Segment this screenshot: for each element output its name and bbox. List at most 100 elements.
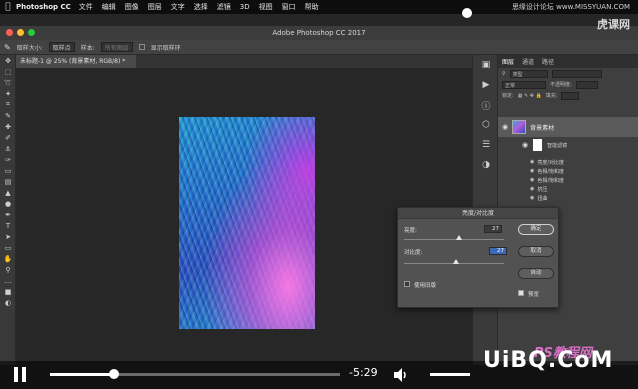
menu-select[interactable]: 选择 [194,2,208,12]
smart-filter-eye-icon[interactable]: ◉ [522,141,528,149]
filter-eye-icon[interactable]: ◉ [530,186,534,192]
eraser-tool-icon[interactable]: ▭ [0,165,16,176]
filter-row: ⚲ 类型 [498,68,638,79]
menu-app-name[interactable]: Photoshop CC [16,3,71,11]
gradient-tool-icon[interactable]: ▤ [0,176,16,187]
filter-eye-icon[interactable]: ◉ [530,177,534,183]
filter-row-pinch[interactable]: ◉ 挤压 [498,185,638,193]
stamp-tool-icon[interactable]: ⚓ [0,143,16,154]
blur-tool-icon[interactable]: ▲ [0,187,16,198]
contrast-slider-handle[interactable] [453,259,459,264]
menu-layer[interactable]: 图层 [148,2,162,12]
artwork-canvas[interactable] [179,117,315,329]
filter-row-twirl[interactable]: ◉ 扭曲 [498,194,638,202]
volume-track[interactable] [430,373,470,376]
tab-channels[interactable]: 通道 [522,57,534,66]
lasso-tool-icon[interactable]: ➰ [0,77,16,88]
quick-select-tool-icon[interactable]: ✦ [0,88,16,99]
zoom-window-button[interactable] [28,29,35,36]
menu-window[interactable]: 窗口 [282,2,296,12]
auto-button[interactable]: 自动 [518,268,554,279]
options-bar: ✎ 取样大小: 取样点 样本: 所有图层 显示取样环 [0,40,638,55]
cancel-button[interactable]: 取消 [518,246,554,257]
pause-icon [14,367,18,382]
history-icon[interactable]: ▣ [473,55,499,75]
crop-tool-icon[interactable]: ⌗ [0,99,16,110]
progress-track[interactable] [50,369,340,379]
contrast-field[interactable]: 27 [489,247,507,255]
sample-select[interactable]: 所有图层 [100,42,133,52]
progress-handle[interactable] [108,369,119,379]
healing-tool-icon[interactable]: ✚ [0,121,16,132]
menu-image[interactable]: 图像 [125,2,139,12]
filter-eye-icon[interactable]: ◉ [530,168,534,174]
show-ring-checkbox[interactable] [138,44,145,50]
properties-icon[interactable]: ☰ [473,135,499,155]
dodge-tool-icon[interactable]: ● [0,198,16,209]
layer-row-background-material[interactable]: ◉ 背景素材 [498,117,638,137]
volume-icon[interactable] [392,367,408,383]
pause-button[interactable] [14,367,30,383]
visibility-eye-icon[interactable]: ◉ [502,123,508,131]
history-brush-tool-icon[interactable]: ✑ [0,154,16,165]
adjustments-icon[interactable]: ◑ [473,155,499,175]
hand-tool-icon[interactable]: ✋ [0,253,16,264]
3d-icon[interactable]: ⬡ [473,115,499,135]
menu-view[interactable]: 视图 [259,2,273,12]
brightness-slider-handle[interactable] [456,235,462,240]
color-swatch-icon[interactable]: ■ [0,286,16,297]
zoom-tool-icon[interactable]: ⚲ [0,264,16,275]
filter-row-brightness[interactable]: ◉ 亮度/对比度 [498,158,638,166]
pen-tool-icon[interactable]: ✒ [0,209,16,220]
opacity-field[interactable] [575,80,598,89]
shape-tool-icon[interactable]: ▭ [0,242,16,253]
filter-name: 色相/饱和度 [537,168,565,175]
menu-help[interactable]: 帮助 [305,2,319,12]
quick-mask-icon[interactable]: ◐ [0,297,16,308]
actions-icon[interactable]: ▶ [473,75,499,95]
tab-layers[interactable]: 图层 [502,57,514,66]
info-icon[interactable]: ⓘ [473,95,499,115]
marquee-tool-icon[interactable]: ⬚ [0,66,16,77]
search-icon: ⚲ [502,70,506,77]
eyedropper-tool-icon[interactable]: ✎ [0,110,16,121]
preview-checkbox[interactable] [518,290,524,296]
filter-kind-select[interactable]: 类型 [509,69,548,78]
path-select-tool-icon[interactable]: ➤ [0,231,16,242]
move-tool-icon[interactable]: ✥ [0,55,16,66]
filter-eye-icon[interactable]: ◉ [530,159,534,165]
sample-size-select[interactable]: 取样点 [48,42,75,52]
type-tool-icon[interactable]: T [0,220,16,231]
minimize-window-button[interactable] [17,29,24,36]
filter-icons[interactable] [551,69,602,78]
ok-button[interactable]: 确定 [518,224,554,235]
progress-fill [50,373,114,376]
filter-row-hue-1[interactable]: ◉ 色相/饱和度 [498,167,638,175]
blend-row: 正常 不透明度: [498,79,638,90]
menu-3d[interactable]: 3D [240,3,250,11]
smart-filters-row[interactable]: ◉ 智能滤镜 [498,139,638,151]
volume-handle[interactable] [462,8,472,18]
brightness-slider[interactable] [404,239,504,240]
document-tab[interactable]: 未标题-1 @ 25% (背景素材, RGB/8) * [16,55,136,68]
menu-filter[interactable]: 滤镜 [217,2,231,12]
lock-label: 锁定: [502,93,514,99]
filter-name: 色相/饱和度 [537,177,565,184]
eyedropper-icon[interactable]: ✎ [4,43,11,52]
smart-filter-mask [533,139,543,151]
menu-edit[interactable]: 编辑 [102,2,116,12]
filter-eye-icon[interactable]: ◉ [530,195,534,201]
lock-icons[interactable]: ▦ ✎ ✥ 🔒 [518,93,542,99]
blend-mode-select[interactable]: 正常 [502,80,546,89]
menu-type[interactable]: 文字 [171,2,185,12]
menu-file[interactable]: 文件 [79,2,93,12]
fill-field[interactable] [561,91,580,100]
brush-tool-icon[interactable]: ✐ [0,132,16,143]
apple-icon[interactable]:  [0,2,16,12]
filter-row-hue-2[interactable]: ◉ 色相/饱和度 [498,176,638,184]
brightness-field[interactable]: 27 [484,225,502,233]
close-window-button[interactable] [6,29,13,36]
more-tools-icon[interactable]: … [0,275,16,286]
tab-paths[interactable]: 路径 [542,57,554,66]
use-legacy-checkbox[interactable] [404,281,410,287]
